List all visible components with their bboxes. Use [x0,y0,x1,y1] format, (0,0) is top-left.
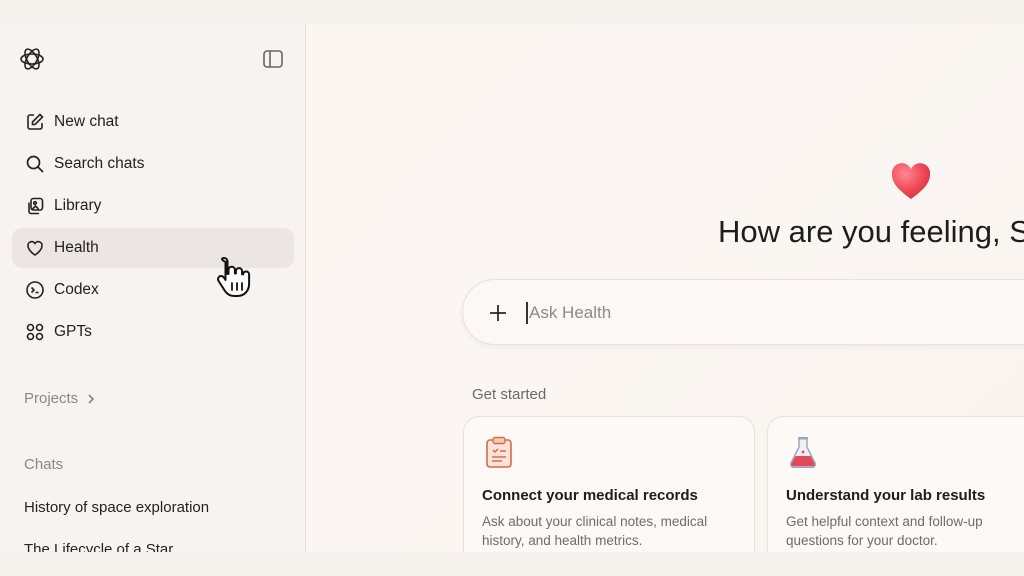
sidebar-item-library[interactable]: Library [12,186,294,226]
sidebar-item-label: New chat [54,113,119,130]
card-title: Understand your lab results [786,487,986,504]
chat-history-item[interactable]: The Lifecycle of a Star [24,541,173,552]
heart-icon [25,238,45,258]
sidebar-toggle-icon[interactable] [262,49,284,69]
grid-icon [25,322,45,342]
connect-records-card[interactable]: Connect your medical records Ask about y… [463,416,755,552]
clipboard-icon [482,435,516,469]
card-title: Connect your medical records [482,487,698,504]
sidebar: New chat Search chats Library Health Cod… [0,24,306,552]
projects-section[interactable]: Projects [24,390,96,407]
greeting-heading: How are you feeling, S [718,214,1024,249]
chevron-right-icon [86,393,96,405]
app-window: New chat Search chats Library Health Cod… [0,24,1024,552]
codex-icon [25,280,45,300]
sidebar-item-label: Health [54,239,99,256]
search-icon [25,154,45,174]
text-caret [526,302,528,324]
projects-label: Projects [24,390,79,407]
card-description: Get helpful context and follow-up questi… [786,514,983,548]
sidebar-item-new-chat[interactable]: New chat [12,102,294,142]
openai-logo-icon[interactable] [18,45,46,73]
chat-history-item[interactable]: History of space exploration [24,499,209,516]
sidebar-item-label: Search chats [54,155,145,172]
flask-icon [786,435,820,469]
sidebar-item-label: Codex [54,281,99,298]
hand-pointer-cursor-icon [210,252,258,300]
sidebar-item-search-chats[interactable]: Search chats [12,144,294,184]
lab-results-card[interactable]: Understand your lab results Get helpful … [767,416,1024,552]
composer [462,279,1024,345]
sidebar-item-gpts[interactable]: GPTs [12,312,294,352]
card-description: Ask about your clinical notes, medical h… [482,514,708,548]
chats-section-label: Chats [24,456,64,473]
sidebar-item-label: GPTs [54,323,92,340]
sidebar-item-label: Library [54,197,102,214]
ask-health-input[interactable] [529,300,989,326]
compose-icon [25,112,45,132]
plus-icon[interactable] [487,302,509,324]
get-started-label: Get started [472,386,547,403]
heart-emoji-icon [890,161,932,201]
library-icon [25,196,45,216]
